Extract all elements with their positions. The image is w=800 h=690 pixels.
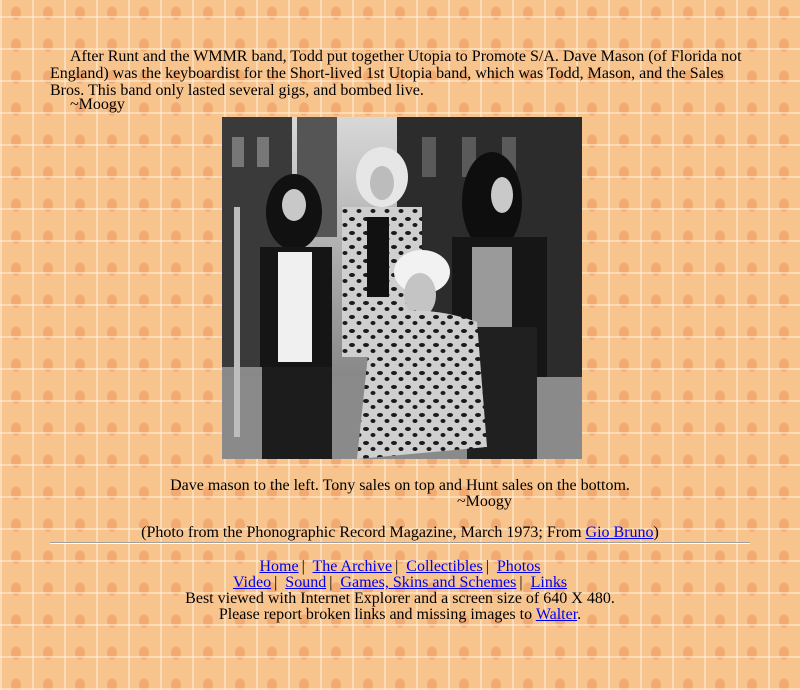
band-photo [222,117,582,459]
nav-separator: | [519,574,523,591]
nav-links-link[interactable]: Links [531,574,567,591]
footer-nav-row-1: Home | The Archive | Collectibles | Photos [0,558,800,575]
nav-separator: | [485,558,489,575]
nav-video-link[interactable]: Video [233,574,271,591]
report-note: Please report broken links and missing i… [0,606,800,623]
band-photo-image [222,117,582,459]
intro-text: After Runt and the WMMR band, Todd put t… [50,48,750,99]
footer: Home | The Archive | Collectibles | Photos … [0,558,800,623]
gio-bruno-link[interactable]: Gio Bruno [586,524,654,541]
footer-nav-row-2: Video | Sound | Games, Skins and Schemes | … [0,574,800,591]
report-period: . [577,606,582,623]
photo-credit: (Photo from the Phonographic Record Maga… [0,524,800,541]
nav-archive-link[interactable]: The Archive [313,558,393,575]
caption-signature: ~Moogy [457,493,512,510]
nav-separator: | [301,558,305,575]
photo-caption: Dave mason to the left. Tony sales on to… [170,477,630,494]
walter-email-link[interactable]: Walter [536,606,577,623]
nav-separator: | [395,558,399,575]
credit-close: ) [653,524,659,541]
nav-separator: | [329,574,333,591]
best-viewed-note: Best viewed with Internet Explorer and a… [185,590,615,607]
nav-photos-link[interactable]: Photos [497,558,541,575]
nav-sound-link[interactable]: Sound [285,574,326,591]
footer-divider [50,542,750,544]
nav-separator: | [274,574,278,591]
nav-games-link[interactable]: Games, Skins and Schemes [340,574,516,591]
nav-home-link[interactable]: Home [260,558,299,575]
nav-collectibles-link[interactable]: Collectibles [406,558,482,575]
credit-text: (Photo from the Phonographic Record Maga… [141,524,586,541]
intro-paragraph: After Runt and the WMMR band, Todd put t… [50,48,742,99]
intro-signature: ~Moogy [70,96,125,113]
report-text: Please report broken links and missing i… [218,606,536,623]
